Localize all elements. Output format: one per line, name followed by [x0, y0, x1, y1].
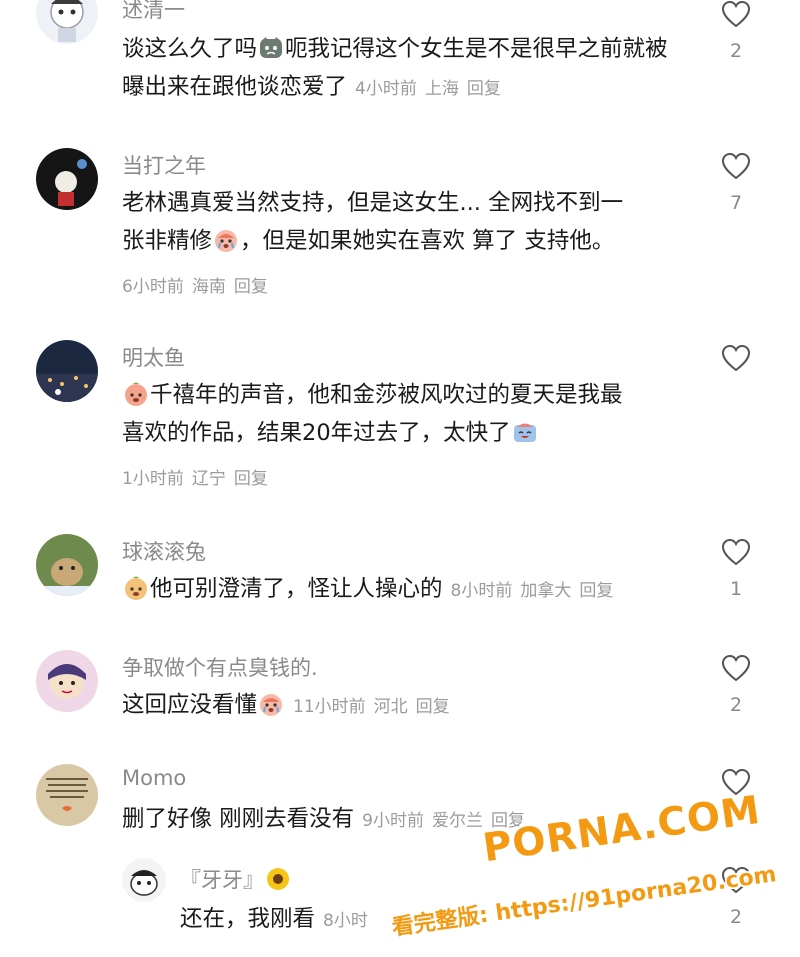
comment-text-part: 谈这么久了吗 [122, 36, 258, 62]
comment-meta: 9小时前 爱尔兰 回复 [362, 811, 533, 831]
cat-face-emoji [258, 35, 284, 61]
comment-text-part: 张非精修 [122, 228, 213, 254]
comment-text-line: 老林遇真爱当然支持，但是这女生... 全网找不到一 [122, 190, 624, 216]
comment-text-line: 喜欢的作品，结果20年过去了，太快了 [122, 420, 511, 446]
username[interactable]: 述清一 [122, 0, 185, 24]
username[interactable]: 明太鱼 [122, 342, 185, 372]
heart-icon[interactable] [721, 654, 751, 682]
comment-text: 千禧年的声音，他和金莎被风吹过的夏天是我最 喜欢的作品，结果20年过去了，太快了 [122, 376, 702, 452]
reply-button[interactable]: 回复 [579, 581, 613, 601]
like-button[interactable]: 1 [716, 538, 756, 600]
comment-location: 河北 [373, 697, 408, 717]
heart-icon[interactable] [721, 152, 751, 180]
heart-icon[interactable] [721, 344, 751, 372]
comment-text-line: 这回应没看懂 [122, 692, 258, 718]
heart-icon[interactable] [721, 0, 751, 28]
reply-button[interactable]: 回复 [234, 469, 268, 489]
crying-face-emoji [258, 691, 284, 717]
comment-location: 爱尔兰 [431, 811, 483, 831]
reply-button[interactable]: 回复 [234, 277, 268, 297]
peach-face-emoji [123, 381, 149, 407]
like-count: 2 [729, 906, 743, 928]
avatar[interactable] [36, 650, 98, 712]
comment-location: 加拿大 [520, 581, 572, 601]
comment-text-line: 千禧年的声音，他和金莎被风吹过的夏天是我最 [150, 382, 623, 408]
username-text[interactable]: 『牙牙』 [180, 868, 264, 892]
like-button[interactable] [716, 768, 756, 796]
like-button[interactable]: 2 [716, 866, 756, 928]
comment-text: 他可别澄清了，怪让人操心的 8小时前 加拿大 回复 [122, 570, 712, 610]
comment-time: 11小时前 [293, 697, 366, 717]
avatar[interactable] [36, 764, 98, 826]
heart-icon[interactable] [721, 768, 751, 796]
comment-time: 4小时前 [355, 79, 417, 99]
comment-text-part: ，但是如果她实在喜欢 算了 支持他。 [240, 228, 615, 254]
comment-meta: 8小时 [323, 911, 376, 931]
username[interactable]: 『牙牙』 [180, 864, 292, 894]
avatar[interactable] [36, 340, 98, 402]
comment-text: 删了好像 刚刚去看没有 9小时前 爱尔兰 回复 [122, 800, 712, 840]
reply-button[interactable]: 回复 [491, 811, 525, 831]
like-count: 1 [729, 578, 743, 600]
comment-text: 还在，我刚看 8小时 [180, 900, 700, 940]
like-button[interactable]: 2 [716, 0, 756, 62]
comment-time: 6小时前 [122, 277, 184, 297]
avatar[interactable] [122, 858, 166, 902]
avatar[interactable] [36, 534, 98, 596]
comment-meta: 6小时前 海南 回复 [122, 272, 276, 297]
username[interactable]: 当打之年 [122, 150, 206, 180]
comment-meta: 4小时前 上海 回复 [355, 79, 509, 99]
username[interactable]: 争取做个有点臭钱的. [122, 652, 318, 682]
comment-text: 老林遇真爱当然支持，但是这女生... 全网找不到一 张非精修 ，但是如果她实在喜欢… [122, 184, 702, 260]
comment-text-line: 他可别澄清了，怪让人操心的 [150, 576, 443, 602]
avatar[interactable] [36, 0, 98, 44]
like-button[interactable]: 2 [716, 654, 756, 716]
sunflower-emoji [265, 866, 291, 892]
heart-icon[interactable] [721, 538, 751, 566]
comment-text-line: 还在，我刚看 [180, 906, 316, 932]
username[interactable]: Momo [122, 766, 186, 790]
crying-face-emoji [213, 227, 239, 253]
comment-time: 1小时前 [122, 469, 184, 489]
comment-time: 8小时 [323, 911, 368, 931]
like-count: 7 [729, 192, 743, 214]
comment-meta: 8小时前 加拿大 回复 [451, 581, 622, 601]
comment-text-line: 删了好像 刚刚去看没有 [122, 806, 355, 832]
comment-location: 海南 [191, 277, 226, 297]
comment-meta: 11小时前 河北 回复 [293, 697, 458, 717]
comment-time: 9小时前 [362, 811, 424, 831]
peach-face-emoji [123, 575, 149, 601]
comment-time: 8小时前 [450, 581, 513, 601]
comment-location: 辽宁 [191, 469, 226, 489]
reply-button[interactable]: 回复 [416, 697, 450, 717]
like-button[interactable]: 7 [716, 152, 756, 214]
comment-location: 上海 [424, 79, 459, 99]
reply-button[interactable]: 回复 [467, 79, 501, 99]
comment-meta: 1小时前 辽宁 回复 [122, 464, 276, 489]
like-count: 2 [729, 694, 743, 716]
comment-text: 这回应没看懂 11小时前 河北 回复 [122, 686, 712, 726]
username[interactable]: 球滚滚兔 [122, 536, 206, 566]
like-button[interactable] [716, 344, 756, 384]
comment-text: 谈这么久了吗 呃我记得这个女生是不是很早之前就被曝出来在跟他谈恋爱了 4小时前 上海回… [122, 30, 682, 108]
laughing-face-emoji [512, 419, 538, 445]
like-count: 2 [729, 40, 743, 62]
avatar[interactable] [36, 148, 98, 210]
heart-icon[interactable] [721, 866, 751, 894]
